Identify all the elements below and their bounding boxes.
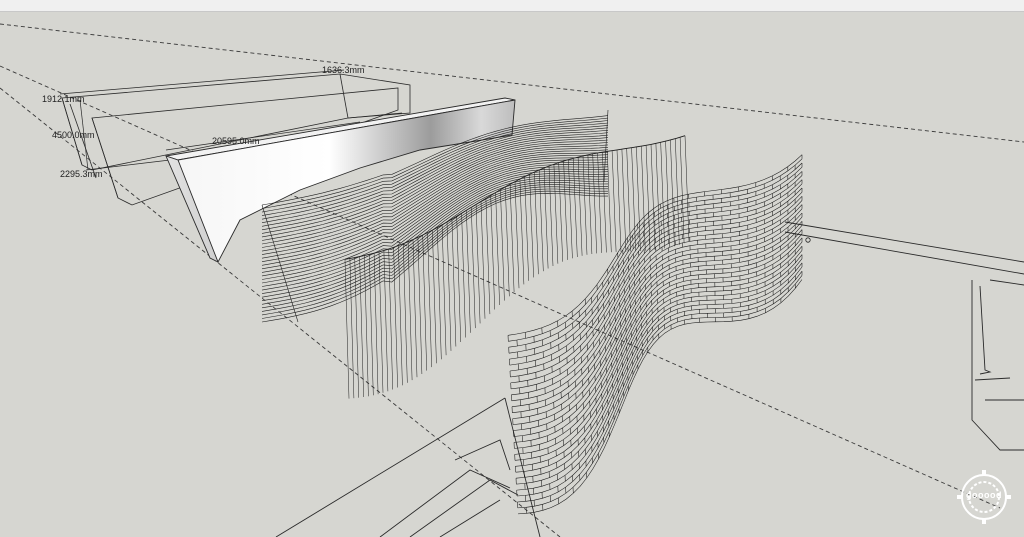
vertical-slat xyxy=(471,207,476,329)
dimension-depth-label: 2295.3mm xyxy=(60,169,103,179)
lattice-row xyxy=(510,192,803,390)
vertical-slat xyxy=(568,159,573,259)
ground-line-5 xyxy=(989,279,1024,286)
watermark-text: gooood xyxy=(966,490,1002,500)
vertical-slat xyxy=(509,184,515,293)
vertical-slat xyxy=(670,139,675,247)
lattice-row xyxy=(510,183,803,378)
lattice-row xyxy=(511,204,803,407)
bbox-edge-2 xyxy=(339,73,349,119)
vertical-slat xyxy=(451,219,457,347)
lattice-row xyxy=(515,254,803,479)
dim-line-top xyxy=(59,69,345,95)
dimension-width-label: 1636.3mm xyxy=(322,65,365,75)
ground-line-4 xyxy=(784,231,1024,275)
vertical-slat xyxy=(369,254,374,396)
vertical-slat xyxy=(592,153,597,254)
vertical-slat xyxy=(616,149,622,252)
dimension-length-label: 20595.0mm xyxy=(212,136,260,146)
lattice-wall xyxy=(507,154,803,515)
vertical-slat xyxy=(427,232,432,368)
vertical-slat xyxy=(607,151,612,253)
lattice-row xyxy=(510,187,803,384)
bbox-edge-5 xyxy=(69,103,97,179)
ground-line-6 xyxy=(974,377,1011,381)
vertical-slat xyxy=(553,164,559,264)
ground-line-2 xyxy=(504,397,541,537)
scene-canvas[interactable] xyxy=(0,12,1024,537)
vertical-slat xyxy=(485,198,491,315)
lattice-row xyxy=(513,229,803,443)
lattice-row xyxy=(516,258,803,485)
vertical-slat xyxy=(441,224,447,356)
contour-rib xyxy=(261,184,608,309)
bbox-edge-4 xyxy=(91,117,119,199)
vertical-slat xyxy=(582,155,588,255)
vertical-slat xyxy=(437,227,442,360)
lattice-row xyxy=(514,233,803,449)
vertical-slat xyxy=(344,259,350,399)
lattice-row xyxy=(515,250,803,473)
vertical-slat xyxy=(432,230,437,364)
vertical-slat xyxy=(611,150,617,252)
vertical-slat xyxy=(412,239,418,378)
vertical-slat xyxy=(490,195,495,310)
vertical-slat xyxy=(398,245,403,386)
vertical-slat xyxy=(573,158,578,258)
vertical-slat xyxy=(597,152,602,253)
lattice-row xyxy=(512,208,803,413)
contour-rib xyxy=(261,168,609,284)
contour-rib xyxy=(261,188,608,316)
vertical-slat xyxy=(475,204,481,324)
lattice-row xyxy=(514,237,803,455)
vertical-slat xyxy=(500,189,505,301)
solid-slab xyxy=(165,97,516,263)
vertical-slat xyxy=(480,201,486,319)
window-titlebar xyxy=(0,0,1024,12)
vertical-slat xyxy=(650,144,656,250)
dimension-height2-label: 4500.0mm xyxy=(52,130,95,140)
lattice-row xyxy=(513,225,803,437)
vertical-slat xyxy=(675,138,680,245)
vertical-slat xyxy=(446,221,452,351)
lattice-row xyxy=(512,216,803,425)
ground-plan xyxy=(275,221,1024,537)
dimension-height-label: 1912.1mm xyxy=(42,94,85,104)
vertical-slat xyxy=(621,149,627,252)
vertical-slat xyxy=(543,167,549,269)
ground-path-2 xyxy=(409,479,519,537)
lattice-row xyxy=(516,266,803,497)
vertical-slat xyxy=(422,234,427,371)
ground-path-3 xyxy=(439,499,501,537)
watermark-logo: gooood xyxy=(955,468,1013,526)
vertical-slat xyxy=(456,216,461,343)
vertical-slat xyxy=(548,165,554,267)
vertical-slat xyxy=(388,248,393,390)
ground-line-1 xyxy=(275,397,506,537)
vertical-slat xyxy=(684,135,690,242)
vertical-slat xyxy=(514,181,520,289)
ground-line-3 xyxy=(784,221,1024,263)
lattice-row xyxy=(515,246,803,467)
lattice-row xyxy=(516,262,803,491)
ground-edge-right-2 xyxy=(979,285,992,375)
vertical-slat xyxy=(466,210,471,333)
modeling-viewport[interactable]: 1636.3mm 1912.1mm 4500.0mm 20595.0mm 229… xyxy=(0,12,1024,537)
vertical-slat xyxy=(359,256,364,398)
ground-path-4 xyxy=(454,439,511,471)
vertical-slat xyxy=(354,257,359,398)
vertical-slat xyxy=(558,162,563,262)
vertical-slat xyxy=(505,186,510,297)
vertical-slat xyxy=(461,213,466,338)
vertical-slat xyxy=(519,178,525,285)
vertical-slat xyxy=(378,251,384,393)
vertical-slat xyxy=(495,192,500,306)
small-marker xyxy=(805,237,811,243)
ground-edge-right xyxy=(971,280,1024,451)
